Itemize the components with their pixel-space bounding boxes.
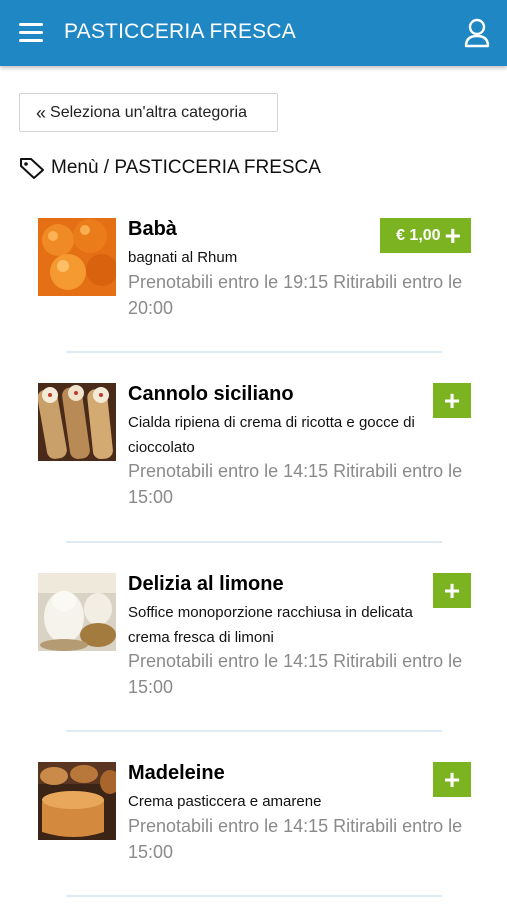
app-title: PASTICCERIA FRESCA xyxy=(64,20,296,43)
product-availability: Prenotabili entro le 14:15 Ritirabili en… xyxy=(128,816,463,862)
product-item-delizia-limone: Delizia al limone Soffice monoporzione r… xyxy=(0,573,507,723)
add-to-cart-button[interactable]: + xyxy=(433,573,471,608)
product-description: Crema pasticcera e amarene xyxy=(128,793,322,810)
breadcrumb-label: Menù / PASTICCERIA FRESCA xyxy=(51,157,321,178)
product-name: Madeleine xyxy=(128,762,225,784)
app-bar: PASTICCERIA FRESCA xyxy=(0,0,507,66)
separator xyxy=(66,895,442,897)
double-chevron-left-icon: « xyxy=(36,102,47,123)
select-other-category-button[interactable]: « Seleziona un'altra categoria xyxy=(19,93,278,132)
select-other-category-label: Seleziona un'altra categoria xyxy=(50,103,247,121)
hamburger-menu-icon[interactable] xyxy=(17,20,45,46)
product-description: Cialda ripiena di crema di ricotta e goc… xyxy=(128,414,415,456)
product-name: Babà xyxy=(128,218,177,240)
separator xyxy=(66,541,442,543)
plus-icon: + xyxy=(443,574,461,606)
tag-icon xyxy=(20,158,44,179)
separator xyxy=(66,351,442,353)
product-item-baba: Babà bagnati al Rhum Prenotabili entro l… xyxy=(0,218,507,368)
add-to-cart-button[interactable]: + xyxy=(433,383,471,418)
plus-icon: + xyxy=(443,384,461,416)
product-name: Delizia al limone xyxy=(128,573,284,595)
separator xyxy=(66,730,442,732)
product-price: € 1,00 xyxy=(396,226,441,244)
product-image-baba xyxy=(38,218,116,296)
user-account-icon[interactable] xyxy=(463,18,491,48)
product-availability: Prenotabili entro le 14:15 Ritirabili en… xyxy=(128,651,463,697)
add-to-cart-button[interactable]: + xyxy=(433,762,471,797)
product-image-delizia-limone xyxy=(38,573,116,651)
add-to-cart-button[interactable]: € 1,00 + xyxy=(380,218,471,253)
product-availability: Prenotabili entro le 19:15 Ritirabili en… xyxy=(128,272,463,318)
product-item-madeleine: Madeleine Crema pasticcera e amarene Pre… xyxy=(0,762,507,912)
plus-icon: + xyxy=(443,763,461,795)
product-image-madeleine xyxy=(38,762,116,840)
product-image-cannolo xyxy=(38,383,116,461)
product-name: Cannolo siciliano xyxy=(128,383,294,405)
product-item-cannolo: Cannolo siciliano Cialda ripiena di crem… xyxy=(0,383,507,533)
plus-icon: + xyxy=(444,219,461,251)
breadcrumb: Menù / PASTICCERIA FRESCA xyxy=(19,155,321,181)
product-description: Soffice monoporzione racchiusa in delica… xyxy=(128,604,413,646)
product-availability: Prenotabili entro le 14:15 Ritirabili en… xyxy=(128,461,463,507)
